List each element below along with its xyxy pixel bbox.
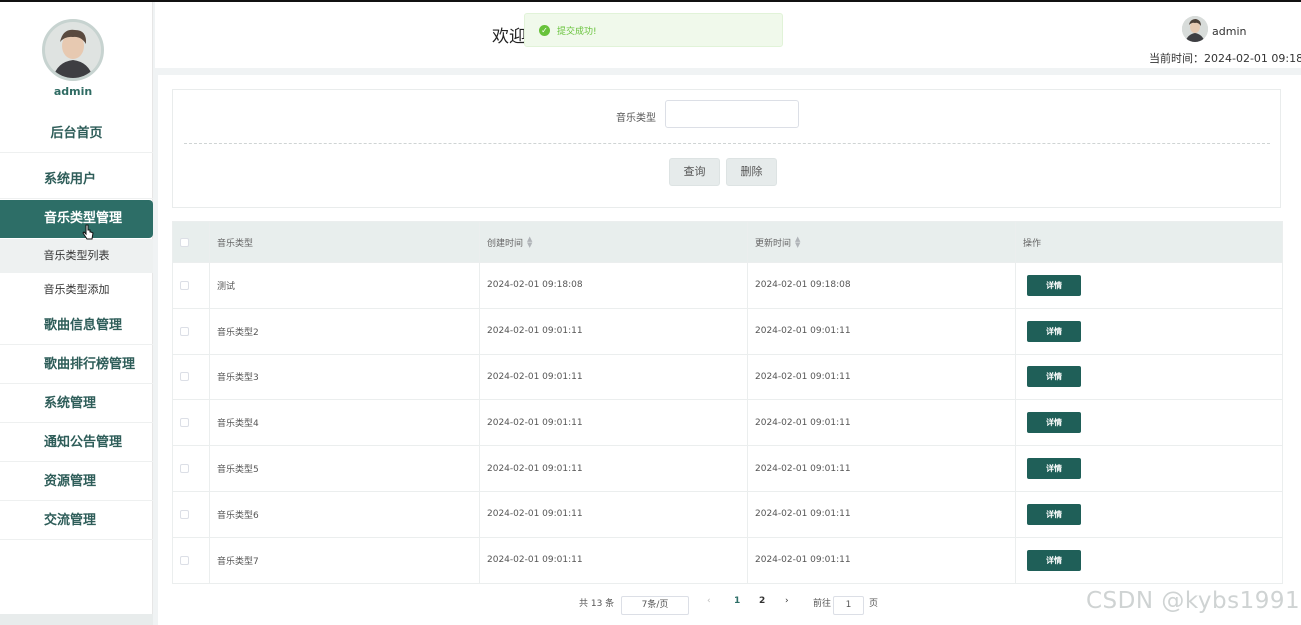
sidebar-item-notice[interactable]: 通知公告管理 xyxy=(0,424,153,462)
main-content: 音乐类型 查询 删除 音乐类型 创建时间 ▲ ▼ 更新时间 ▲ ▼ 操作 测试 2024-… xyxy=(158,75,1301,625)
table-row: 音乐类型6 2024-02-01 09:01:11 2024-02-01 09:01… xyxy=(173,490,1282,537)
submenu-music-type-add[interactable]: 音乐类型添加 xyxy=(0,273,153,307)
sidebar-item-music-type-management[interactable]: 音乐类型管理 xyxy=(0,200,153,238)
row-checkbox[interactable] xyxy=(180,280,189,290)
row-checkbox[interactable] xyxy=(180,464,189,474)
page-size-select[interactable]: 7条/页 xyxy=(621,596,689,615)
music-type-table: 音乐类型 创建时间 ▲ ▼ 更新时间 ▲ ▼ 操作 测试 2024-02-01 09:18… xyxy=(172,221,1283,584)
sort-icon[interactable]: ▲ ▼ xyxy=(795,236,800,249)
cell-created-time: 2024-02-01 09:01:11 xyxy=(487,463,583,474)
cell-updated-time: 2024-02-01 09:01:11 xyxy=(755,509,851,520)
sidebar-item-system-users[interactable]: 系统用户 xyxy=(0,161,153,199)
cell-created-time: 2024-02-01 09:18:08 xyxy=(487,280,583,291)
table-body: 测试 2024-02-01 09:18:08 2024-02-01 09:18:08… xyxy=(173,262,1282,583)
cell-music-type: 测试 xyxy=(217,281,236,292)
avatar[interactable] xyxy=(42,19,104,81)
table-row: 音乐类型3 2024-02-01 09:01:11 2024-02-01 09:01… xyxy=(173,353,1282,400)
detail-button[interactable]: 详情 xyxy=(1027,503,1081,525)
sidebar-item-home[interactable]: 后台首页 xyxy=(0,115,153,153)
sidebar-item-system-management[interactable]: 系统管理 xyxy=(0,385,153,423)
toast-message: 提交成功! xyxy=(557,27,597,37)
success-toast: ✓ 提交成功! xyxy=(524,13,783,47)
submenu-music-type-list[interactable]: 音乐类型列表 xyxy=(0,239,153,273)
welcome-text: 欢迎 xyxy=(492,27,526,47)
column-header-music-type: 音乐类型 xyxy=(217,238,254,249)
watermark: CSDN @kybs1991 xyxy=(1086,588,1301,614)
cell-created-time: 2024-02-01 09:01:11 xyxy=(487,326,583,337)
search-panel: 音乐类型 查询 删除 xyxy=(172,89,1281,208)
sidebar-item-song-info[interactable]: 歌曲信息管理 xyxy=(0,307,153,345)
cell-updated-time: 2024-02-01 09:01:11 xyxy=(755,417,851,428)
cell-created-time: 2024-02-01 09:01:11 xyxy=(487,371,583,382)
prev-page-icon[interactable]: ‹ xyxy=(707,596,711,606)
sidebar-item-communication[interactable]: 交流管理 xyxy=(0,502,153,540)
table-row: 音乐类型4 2024-02-01 09:01:11 2024-02-01 09:01… xyxy=(173,399,1282,446)
column-header-updated[interactable]: 更新时间 ▲ ▼ xyxy=(755,222,800,262)
next-page-icon[interactable]: › xyxy=(785,596,789,606)
header-username[interactable]: admin xyxy=(1212,25,1246,38)
goto-suffix: 页 xyxy=(869,599,879,609)
cell-created-time: 2024-02-01 09:01:11 xyxy=(487,417,583,428)
detail-button[interactable]: 详情 xyxy=(1027,549,1081,571)
row-checkbox[interactable] xyxy=(180,418,189,428)
page-number-2[interactable]: 2 xyxy=(759,596,765,606)
column-header-created-label: 创建时间 xyxy=(487,238,524,249)
table-row: 测试 2024-02-01 09:18:08 2024-02-01 09:18:08… xyxy=(173,262,1282,308)
table-row: 音乐类型7 2024-02-01 09:01:11 2024-02-01 09:01… xyxy=(173,536,1282,583)
row-checkbox[interactable] xyxy=(180,509,189,519)
sidebar-username: admin xyxy=(53,85,93,98)
cell-music-type: 音乐类型2 xyxy=(217,327,259,338)
header-avatar[interactable] xyxy=(1182,16,1208,42)
sort-icon[interactable]: ▲ ▼ xyxy=(527,236,532,249)
cell-updated-time: 2024-02-01 09:01:11 xyxy=(755,555,851,566)
cell-created-time: 2024-02-01 09:01:11 xyxy=(487,509,583,520)
pagination-total: 共 13 条 xyxy=(579,599,615,609)
row-checkbox[interactable] xyxy=(180,555,189,565)
cell-updated-time: 2024-02-01 09:01:11 xyxy=(755,326,851,337)
sidebar: admin 后台首页 系统用户 音乐类型管理 音乐类型列表 音乐类型添加 歌曲信… xyxy=(0,2,153,614)
detail-button[interactable]: 详情 xyxy=(1027,412,1081,434)
current-time: 当前时间：2024-02-01 09:18:11 xyxy=(1149,52,1301,65)
divider xyxy=(184,143,1270,144)
table-row: 音乐类型5 2024-02-01 09:01:11 2024-02-01 09:01… xyxy=(173,445,1282,491)
table-row: 音乐类型2 2024-02-01 09:01:11 2024-02-01 09:01… xyxy=(173,307,1282,354)
search-label: 音乐类型 xyxy=(616,113,656,124)
cell-music-type: 音乐类型3 xyxy=(217,373,259,384)
cell-created-time: 2024-02-01 09:01:11 xyxy=(487,555,583,566)
cell-updated-time: 2024-02-01 09:01:11 xyxy=(755,463,851,474)
column-header-actions: 操作 xyxy=(1023,238,1042,249)
column-header-updated-label: 更新时间 xyxy=(755,238,792,249)
delete-button[interactable]: 删除 xyxy=(726,158,777,186)
goto-page-input[interactable]: 1 xyxy=(833,596,864,615)
detail-button[interactable]: 详情 xyxy=(1027,274,1081,296)
sidebar-item-resources[interactable]: 资源管理 xyxy=(0,463,153,501)
cell-music-type: 音乐类型5 xyxy=(217,465,259,476)
table-header: 音乐类型 创建时间 ▲ ▼ 更新时间 ▲ ▼ 操作 xyxy=(173,222,1282,262)
cell-updated-time: 2024-02-01 09:18:08 xyxy=(755,280,851,291)
page-number-1[interactable]: 1 xyxy=(734,596,740,606)
music-type-search-input[interactable] xyxy=(665,100,799,128)
sidebar-item-song-ranking[interactable]: 歌曲排行榜管理 xyxy=(0,346,153,384)
row-checkbox[interactable] xyxy=(180,326,189,336)
mouse-cursor-icon xyxy=(82,224,94,244)
check-circle-icon: ✓ xyxy=(539,25,550,36)
sidebar-footer xyxy=(0,614,153,625)
row-checkbox[interactable] xyxy=(180,372,189,382)
cell-updated-time: 2024-02-01 09:01:11 xyxy=(755,371,851,382)
select-all-checkbox[interactable] xyxy=(180,237,189,247)
cell-music-type: 音乐类型4 xyxy=(217,419,259,430)
detail-button[interactable]: 详情 xyxy=(1027,458,1081,480)
cell-music-type: 音乐类型7 xyxy=(217,556,259,567)
query-button[interactable]: 查询 xyxy=(669,158,720,186)
cell-music-type: 音乐类型6 xyxy=(217,510,259,521)
detail-button[interactable]: 详情 xyxy=(1027,366,1081,388)
goto-prefix: 前往 xyxy=(813,599,832,609)
column-header-created[interactable]: 创建时间 ▲ ▼ xyxy=(487,222,532,262)
detail-button[interactable]: 详情 xyxy=(1027,320,1081,342)
